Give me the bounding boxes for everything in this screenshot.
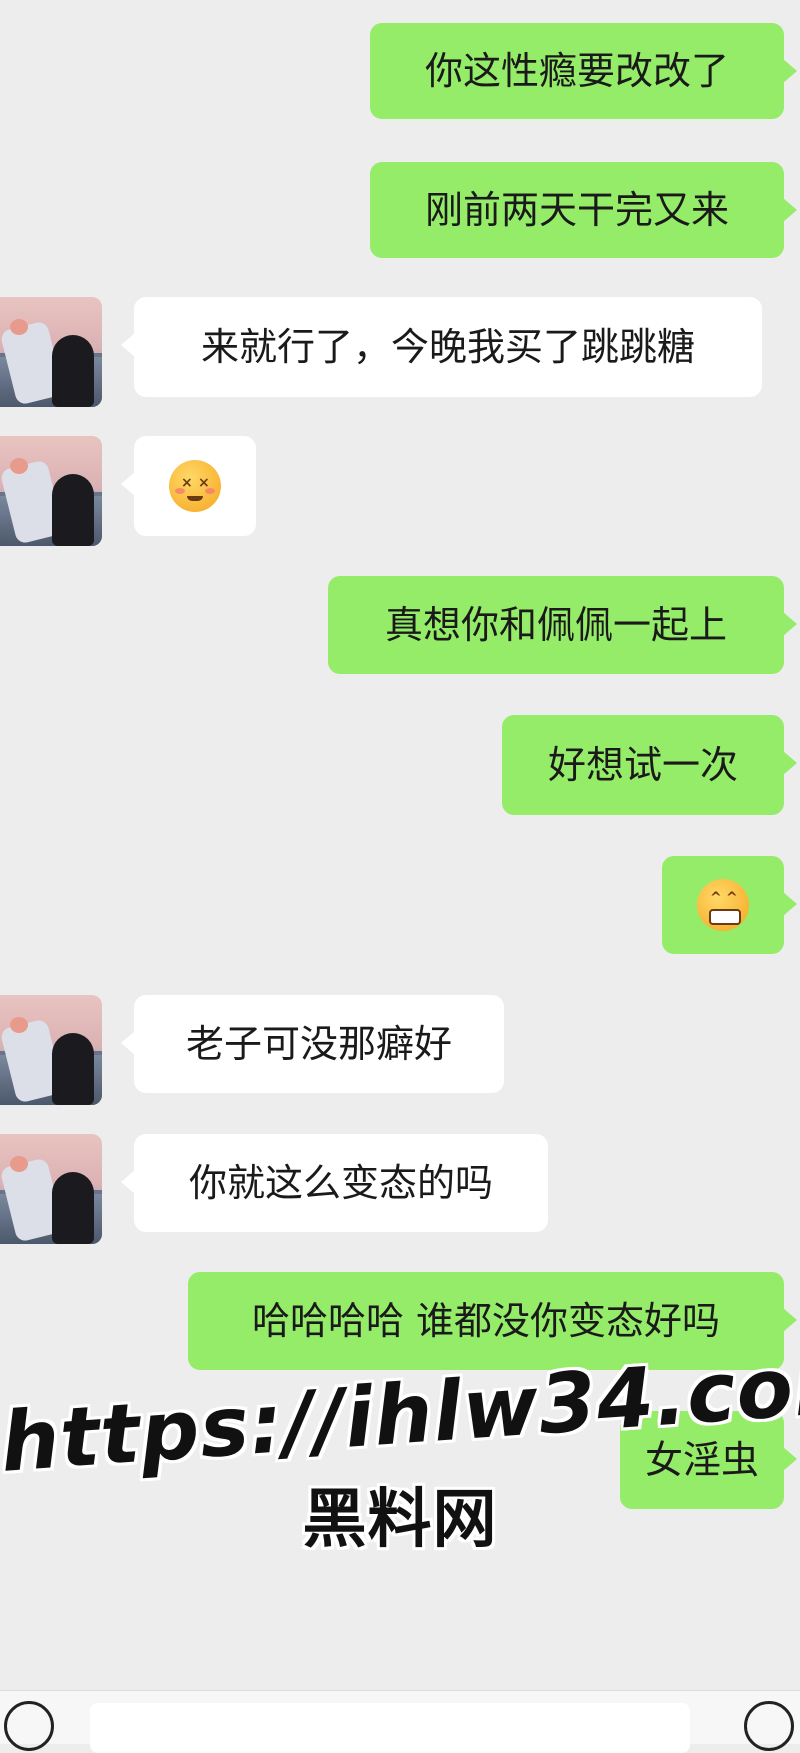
sent-message-bubble[interactable]: ^ ^ (662, 856, 797, 954)
plus-icon[interactable] (744, 1701, 794, 1751)
message-text: 哈哈哈哈 谁都没你变态好吗 (251, 1299, 721, 1343)
message-text: 来就行了，今晚我买了跳跳糖 (200, 325, 695, 369)
received-message-bubble[interactable]: 你就这么变态的吗 (121, 1134, 548, 1232)
message-text: 你就这么变态的吗 (188, 1161, 493, 1205)
contact-avatar[interactable] (0, 995, 102, 1105)
received-message-bubble[interactable]: 老子可没那癖好 (121, 995, 504, 1093)
contact-avatar[interactable] (0, 436, 102, 546)
received-message-bubble[interactable]: × × (121, 436, 256, 536)
sent-message-bubble[interactable]: 好想试一次 (502, 715, 797, 815)
message-text: 老子可没那癖好 (185, 1022, 452, 1066)
sent-message-bubble[interactable]: 真想你和佩佩一起上 (328, 576, 797, 674)
message-input[interactable] (90, 1703, 690, 1753)
contact-avatar[interactable] (0, 1134, 102, 1244)
contact-avatar[interactable] (0, 297, 102, 407)
voice-input-icon[interactable] (4, 1701, 54, 1751)
message-text: 你这性瘾要改改了 (424, 49, 729, 93)
chat-input-bar (0, 1690, 800, 1753)
message-text: 真想你和佩佩一起上 (384, 603, 727, 647)
sent-message-bubble[interactable]: 你这性瘾要改改了 (370, 23, 797, 119)
sent-message-bubble[interactable]: 刚前两天干完又来 (370, 162, 797, 258)
message-text: 好想试一次 (547, 743, 738, 787)
watermark-site-name: 黑料网 (302, 1483, 498, 1557)
dizzy-face-emoji-icon: × × (169, 460, 221, 512)
message-text: 刚前两天干完又来 (424, 188, 729, 232)
grimacing-face-emoji-icon: ^ ^ (697, 879, 749, 931)
received-message-bubble[interactable]: 来就行了，今晚我买了跳跳糖 (121, 297, 762, 397)
